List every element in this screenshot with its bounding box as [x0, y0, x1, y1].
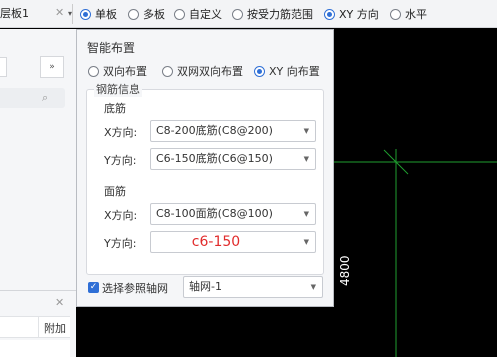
- search-icon: ⌕: [42, 91, 49, 104]
- chevron-down-icon: ▼: [303, 238, 309, 246]
- top-y-select[interactable]: c6-150 ▼: [150, 231, 316, 253]
- layer-select-value: 层板1: [0, 7, 29, 20]
- radio-icon: [174, 8, 185, 20]
- left-panel-divider: [0, 290, 76, 291]
- bottom-x-select[interactable]: C8-200底筋(C8@200) ▼: [150, 120, 316, 142]
- bottom-rebar-title: 底筋: [104, 102, 126, 115]
- mode-bidirectional[interactable]: 双向布置: [88, 63, 147, 79]
- option-custom[interactable]: 自定义: [174, 6, 222, 22]
- search-input[interactable]: [0, 88, 65, 108]
- chevron-down-icon: ▼: [303, 210, 309, 218]
- bottom-y-select[interactable]: C6-150底筋(C6@150) ▼: [150, 148, 316, 170]
- chevron-down-icon: ▼: [310, 283, 316, 291]
- rebar-info-group: 底筋 X方向: C8-200底筋(C8@200) ▼ Y方向: C6-150底筋…: [86, 89, 324, 275]
- top-x-label: X方向:: [104, 209, 138, 222]
- top-rebar-title: 面筋: [104, 185, 126, 198]
- mode-label: 双网双向布置: [177, 65, 243, 78]
- radio-icon: [324, 8, 335, 20]
- reference-axis-checkbox[interactable]: ✓: [88, 282, 99, 293]
- mode-label: 双向布置: [103, 65, 147, 78]
- radio-icon: [162, 65, 173, 77]
- select-value: C8-100面筋(C8@100): [156, 207, 273, 220]
- option-label: 水平: [405, 8, 427, 21]
- axis-grid-select[interactable]: 轴网-1 ▼: [183, 276, 323, 298]
- radio-icon: [80, 8, 91, 20]
- double-chevron-right-icon: »: [49, 62, 55, 72]
- option-single-slab[interactable]: 单板: [80, 6, 117, 22]
- radio-icon: [390, 8, 401, 20]
- left-panel-field[interactable]: [0, 57, 7, 77]
- radio-icon: [232, 8, 243, 20]
- option-xy-direction[interactable]: XY 方向: [324, 6, 379, 22]
- top-x-select[interactable]: C8-100面筋(C8@100) ▼: [150, 203, 316, 225]
- toolbar-divider: [72, 4, 73, 24]
- close-icon[interactable]: ✕: [55, 296, 64, 309]
- option-horizontal[interactable]: 水平: [390, 6, 427, 22]
- option-by-stress-range[interactable]: 按受力筋范围: [232, 6, 313, 22]
- radio-icon: [128, 8, 139, 20]
- option-multi-slab[interactable]: 多板: [128, 6, 165, 22]
- mode-xy[interactable]: XY 向布置: [254, 63, 320, 79]
- rebar-info-legend: 钢筋信息: [94, 81, 142, 97]
- top-toolbar: 层板1 ▾ 单板 多板 自定义 按受力筋范围 XY 方向 水平: [0, 0, 497, 28]
- radio-icon: [88, 65, 99, 77]
- option-label: 单板: [95, 8, 117, 21]
- select-value: c6-150: [191, 234, 241, 250]
- option-label: 按受力筋范围: [247, 8, 313, 21]
- column-divider: [38, 316, 39, 338]
- option-label: XY 方向: [339, 8, 379, 21]
- column-header-additional: 附加: [44, 322, 66, 335]
- expand-button[interactable]: »: [40, 56, 64, 78]
- chevron-down-icon: ▼: [303, 155, 309, 163]
- reference-axis-label: 选择参照轴网: [102, 282, 168, 295]
- radio-icon: [254, 65, 265, 77]
- bottom-x-label: X方向:: [104, 126, 138, 139]
- close-icon[interactable]: ✕: [55, 6, 64, 19]
- option-label: 自定义: [189, 8, 222, 21]
- select-value: C6-150底筋(C6@150): [156, 152, 273, 165]
- chevron-down-icon: ▼: [303, 127, 309, 135]
- top-y-label: Y方向:: [104, 237, 137, 250]
- mode-label: XY 向布置: [269, 65, 320, 78]
- select-value: 轴网-1: [189, 280, 222, 293]
- left-panel: [0, 29, 76, 357]
- dialog-title: 智能布置: [87, 41, 136, 55]
- dimension-label: 4800: [338, 255, 352, 286]
- mode-double-net[interactable]: 双网双向布置: [162, 63, 243, 79]
- bottom-y-label: Y方向:: [104, 154, 137, 167]
- option-label: 多板: [143, 8, 165, 21]
- table-row[interactable]: [0, 340, 70, 357]
- select-value: C8-200底筋(C8@200): [156, 124, 273, 137]
- smart-layout-dialog: 智能布置 双向布置 双网双向布置 XY 向布置 底筋 X方向: C8-200底筋…: [76, 29, 334, 307]
